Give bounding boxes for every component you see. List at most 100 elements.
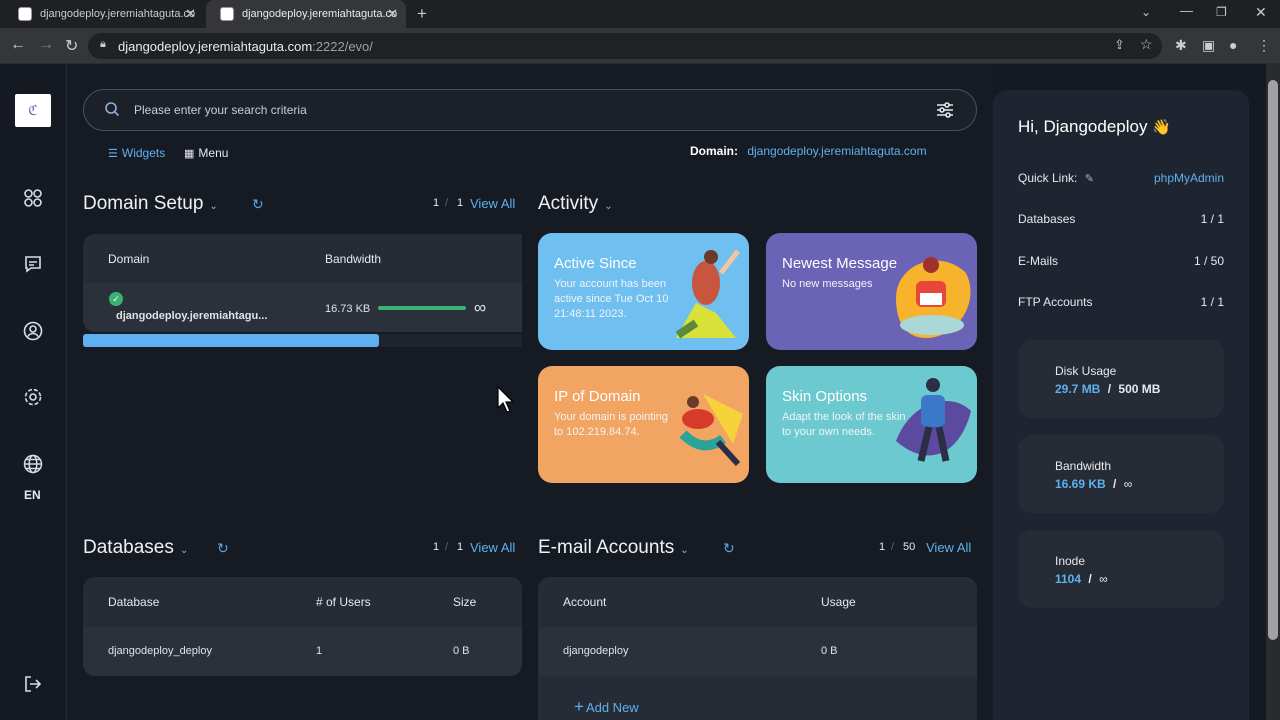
close-window-icon[interactable]: ✕ — [1255, 4, 1267, 21]
domain-page-current: 1 — [433, 197, 440, 209]
email-page-total: 50 — [903, 541, 916, 553]
person-with-laptop-illustration — [896, 257, 971, 338]
page-scrollbar-thumb[interactable] — [1268, 80, 1278, 640]
email-view-all-link[interactable]: View All — [926, 540, 971, 555]
inode-used: 1104 — [1055, 572, 1082, 586]
browser-tab-2[interactable]: djangodeploy.jeremiahtaguta.co ✕ — [206, 0, 406, 28]
refresh-icon[interactable]: ↻ — [217, 540, 229, 557]
reload-icon[interactable]: ↻ — [65, 36, 78, 56]
status-check-icon: ✓ — [109, 292, 123, 306]
menu-toggle[interactable]: ▦ Menu — [184, 146, 228, 160]
url-path: :2222/evo/ — [312, 38, 373, 54]
add-new-label: Add New — [585, 699, 639, 715]
close-tab-icon[interactable]: ✕ — [387, 6, 398, 22]
table-row[interactable]: djangodeploy 0 B — [538, 627, 977, 676]
list-icon: ☰ — [108, 147, 118, 160]
side-panel-icon[interactable]: ▣ — [1202, 37, 1215, 54]
active-since-card[interactable]: Active Since Your account has been activ… — [538, 233, 749, 350]
address-bar[interactable]: 🔒︎ djangodeploy.jeremiahtaguta.com:2222/… — [88, 33, 1162, 59]
activity-title[interactable]: Activity ⌄ — [538, 193, 613, 215]
stat-separator: / — [1113, 477, 1117, 491]
card-title: IP of Domain — [554, 388, 641, 405]
table-row[interactable]: djangodeploy_deploy 1 0 B — [83, 627, 522, 676]
bandwidth-card[interactable]: Bandwidth 16.69 KB / ∞ — [1018, 435, 1224, 513]
site-logo[interactable]: ℭ — [15, 94, 51, 127]
horizontal-scrollbar-thumb[interactable] — [83, 334, 379, 347]
browser-tab-1[interactable]: djangodeploy.jeremiahtaguta.co ✕ — [4, 0, 204, 28]
left-navigation: ℭ EN — [0, 64, 67, 720]
dashboard-icon[interactable] — [20, 185, 46, 211]
profile-icon[interactable]: ● — [1229, 37, 1237, 53]
row-label: FTP Accounts — [1018, 295, 1093, 309]
new-tab-icon[interactable]: + — [417, 4, 427, 24]
ftp-accounts-count-row: FTP Accounts 1 / 1 — [1018, 295, 1224, 309]
chevron-down-icon: ⌄ — [680, 545, 689, 556]
browser-menu-icon[interactable]: ⋮ — [1257, 37, 1271, 54]
databases-page-total: 1 — [457, 541, 464, 553]
card-text: Adapt the look of the skin to your own n… — [782, 411, 906, 438]
domain-name[interactable]: djangodeploy.jeremiahtagu... — [116, 310, 267, 322]
bandwidth-total: ∞ — [1123, 477, 1133, 491]
ip-of-domain-card[interactable]: IP of Domain Your domain is pointing to … — [538, 366, 749, 483]
add-new-email-button[interactable]: + Add New — [574, 697, 639, 717]
row-value: 1 / 50 — [1193, 254, 1224, 268]
bandwidth-column-header: Bandwidth — [325, 252, 382, 266]
stat-separator: / — [1088, 572, 1092, 586]
extensions-icon[interactable]: ✱ — [1175, 37, 1187, 54]
mouse-cursor-icon — [497, 386, 515, 413]
databases-view-all-link[interactable]: View All — [470, 540, 515, 555]
refresh-icon[interactable]: ↻ — [252, 196, 264, 213]
skin-options-card[interactable]: Skin Options Adapt the look of the skin … — [766, 366, 977, 483]
browser-tab-bar: djangodeploy.jeremiahtaguta.co ✕ djangod… — [0, 0, 1280, 28]
logout-icon[interactable] — [20, 671, 46, 697]
minimize-icon[interactable]: — — [1180, 3, 1193, 18]
quick-link-row: Quick Link: ✎ phpMyAdmin — [1018, 171, 1224, 185]
domain-info-link[interactable]: djangodeploy.jeremiahtaguta.com — [747, 144, 926, 158]
quick-link-phpmyadmin[interactable]: phpMyAdmin — [1154, 171, 1224, 185]
account-summary-card: Hi, Djangodeploy 👋 Quick Link: ✎ phpMyAd… — [993, 90, 1249, 720]
messages-icon[interactable] — [20, 251, 46, 277]
email-accounts-title[interactable]: E-mail Accounts ⌄ — [538, 537, 689, 559]
close-tab-icon[interactable]: ✕ — [185, 6, 196, 22]
databases-count-row: Databases 1 / 1 — [1018, 212, 1224, 226]
chevron-down-icon: ⌄ — [179, 545, 189, 556]
grid-icon: ▦ — [184, 147, 195, 160]
disk-usage-card[interactable]: Disk Usage 29.7 MB / 500 MB — [1018, 340, 1224, 418]
database-size: 0 B — [453, 645, 470, 657]
account-icon[interactable] — [20, 318, 46, 344]
forward-icon[interactable]: → — [38, 36, 54, 54]
inode-card[interactable]: Inode 1104 / ∞ — [1018, 530, 1224, 608]
bookmark-star-icon[interactable]: ☆ — [1140, 36, 1153, 53]
refresh-icon[interactable]: ↻ — [723, 540, 735, 557]
dancing-person-illustration — [679, 394, 743, 467]
table-row[interactable]: ✓ djangodeploy.jeremiahtagu... 16.73 KB … — [83, 283, 522, 332]
card-text: Your account has been active since Tue O… — [554, 278, 669, 320]
language-globe-icon[interactable] — [20, 451, 46, 477]
emails-count-row: E-Mails 1 / 50 — [1018, 254, 1224, 268]
newest-message-card[interactable]: Newest Message No new messages — [766, 233, 977, 350]
share-icon[interactable]: ⇪ — [1114, 37, 1125, 53]
language-label[interactable]: EN — [24, 488, 41, 502]
horizontal-scrollbar[interactable] — [83, 334, 522, 347]
filter-sliders-icon[interactable] — [936, 101, 954, 124]
maximize-icon[interactable]: ❐ — [1216, 5, 1227, 19]
settings-gear-icon[interactable] — [20, 384, 46, 410]
email-account-name[interactable]: djangodeploy — [563, 645, 628, 657]
tab-search-icon[interactable]: ⌄ — [1141, 5, 1151, 19]
databases-title[interactable]: Databases ⌄ — [83, 537, 188, 559]
running-person-illustration — [675, 249, 740, 339]
database-name[interactable]: djangodeploy_deploy — [108, 645, 212, 657]
search-bar[interactable] — [83, 89, 977, 131]
widgets-toggle[interactable]: ☰ Widgets — [108, 146, 165, 160]
email-usage: 0 B — [821, 645, 838, 657]
url-host: djangodeploy.jeremiahtaguta.com — [118, 38, 313, 54]
domain-view-all-link[interactable]: View All — [470, 196, 515, 211]
stat-label: Inode — [1055, 554, 1086, 568]
back-icon[interactable]: ← — [10, 36, 26, 54]
stat-value: 29.7 MB / 500 MB — [1055, 382, 1160, 396]
pencil-icon[interactable]: ✎ — [1085, 173, 1094, 185]
databases-table: Database # of Users Size djangodeploy_de… — [83, 577, 522, 676]
domain-setup-title[interactable]: Domain Setup ⌄ — [83, 193, 218, 215]
greeting: Hi, Djangodeploy 👋 — [1018, 117, 1171, 137]
search-input[interactable] — [134, 99, 914, 121]
